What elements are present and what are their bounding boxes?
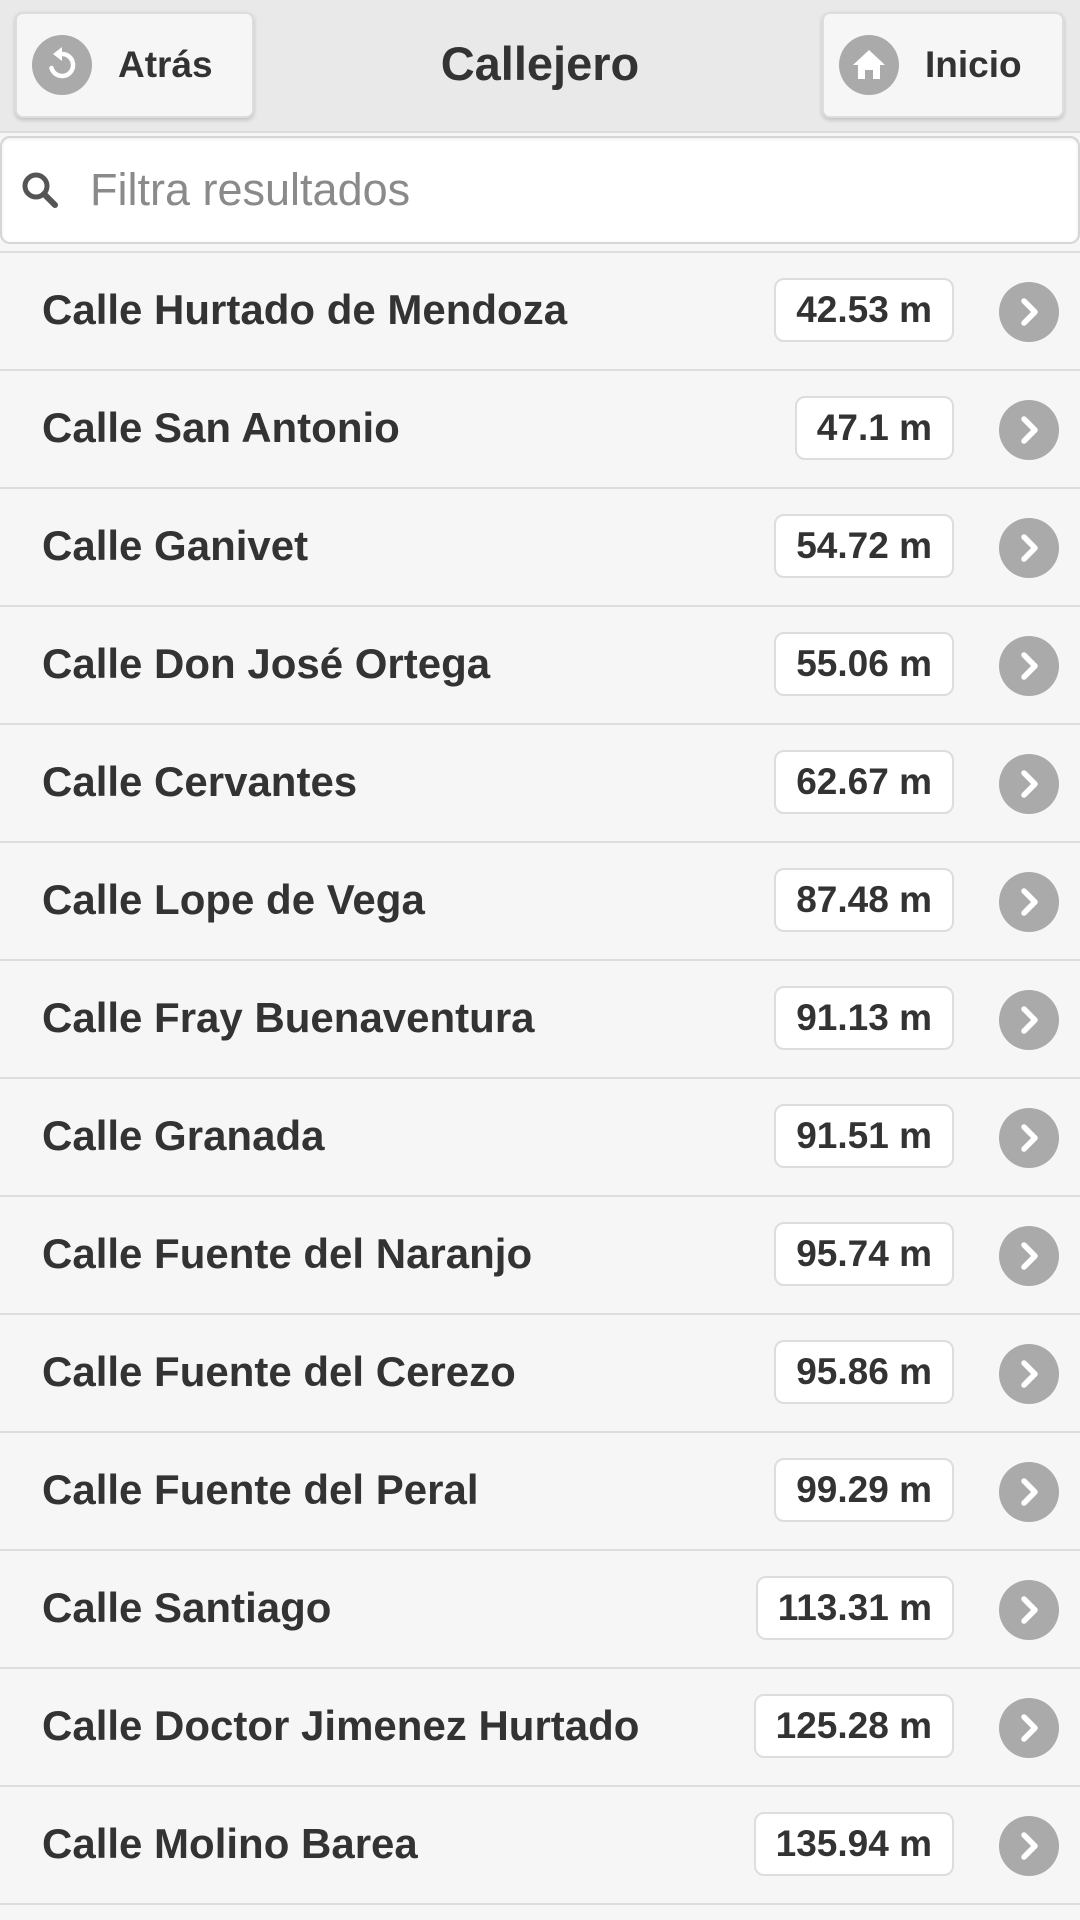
- list-item[interactable]: Calle Santiago 113.31 m: [0, 1551, 1080, 1669]
- street-name: Calle Fuente del Peral: [42, 1466, 479, 1513]
- search-icon: [18, 168, 62, 212]
- street-name: Calle San Antonio: [42, 404, 400, 451]
- header-bar: Callejero Atrás Inicio: [0, 0, 1080, 133]
- distance-badge: 47.1 m: [794, 396, 954, 460]
- back-button-label: Atrás: [118, 44, 213, 85]
- street-list: Calle Hurtado de Mendoza 42.53 m Calle San…: [0, 251, 1080, 1905]
- list-item[interactable]: Calle Fuente del Cerezo 95.86 m: [0, 1315, 1080, 1433]
- home-button-label: Inicio: [925, 44, 1022, 85]
- distance-badge: 55.06 m: [774, 632, 954, 696]
- street-name: Calle Molino Barea: [42, 1820, 418, 1867]
- distance-badge: 95.74 m: [774, 1222, 954, 1286]
- chevron-right-icon: [999, 872, 1059, 932]
- chevron-right-icon: [999, 282, 1059, 342]
- list-item[interactable]: Calle Hurtado de Mendoza 42.53 m: [0, 253, 1080, 371]
- chevron-right-icon: [999, 1698, 1059, 1758]
- chevron-right-icon: [999, 400, 1059, 460]
- chevron-right-icon: [999, 1226, 1059, 1286]
- street-name: Calle Granada: [42, 1112, 325, 1159]
- distance-badge: 42.53 m: [774, 278, 954, 342]
- street-name: Calle Ganivet: [42, 522, 309, 569]
- list-item[interactable]: Calle Cervantes 62.67 m: [0, 725, 1080, 843]
- street-name: Calle Fuente del Cerezo: [42, 1348, 516, 1395]
- list-item[interactable]: Calle San Antonio 47.1 m: [0, 371, 1080, 489]
- list-item[interactable]: Calle Granada 91.51 m: [0, 1079, 1080, 1197]
- distance-badge: 87.48 m: [774, 868, 954, 932]
- list-item[interactable]: Calle Ganivet 54.72 m: [0, 489, 1080, 607]
- list-item[interactable]: Calle Don José Ortega 55.06 m: [0, 607, 1080, 725]
- street-name: Calle Don José Ortega: [42, 640, 491, 687]
- distance-badge: 62.67 m: [774, 750, 954, 814]
- distance-badge: 91.13 m: [774, 986, 954, 1050]
- distance-badge: 125.28 m: [753, 1694, 954, 1758]
- list-item[interactable]: Calle Molino Barea 135.94 m: [0, 1787, 1080, 1905]
- street-name: Calle Santiago: [42, 1584, 332, 1631]
- chevron-right-icon: [999, 990, 1059, 1050]
- list-item[interactable]: Calle Fuente del Peral 99.29 m: [0, 1433, 1080, 1551]
- list-item[interactable]: Calle Lope de Vega 87.48 m: [0, 843, 1080, 961]
- list-item[interactable]: Calle Fray Buenaventura 91.13 m: [0, 961, 1080, 1079]
- back-button[interactable]: Atrás: [15, 12, 254, 118]
- street-name: Calle Cervantes: [42, 758, 358, 805]
- street-name: Calle Doctor Jimenez Hurtado: [42, 1702, 640, 1749]
- chevron-right-icon: [999, 1816, 1059, 1876]
- distance-badge: 95.86 m: [774, 1340, 954, 1404]
- search-input[interactable]: [90, 148, 1060, 232]
- chevron-right-icon: [999, 1108, 1059, 1168]
- chevron-right-icon: [999, 754, 1059, 814]
- chevron-right-icon: [999, 518, 1059, 578]
- distance-badge: 91.51 m: [774, 1104, 954, 1168]
- street-name: Calle Fray Buenaventura: [42, 994, 535, 1041]
- home-icon: [839, 35, 899, 95]
- street-name: Calle Fuente del Naranjo: [42, 1230, 533, 1277]
- search-bar: [0, 136, 1080, 244]
- distance-badge: 99.29 m: [774, 1458, 954, 1522]
- distance-badge: 135.94 m: [753, 1812, 954, 1876]
- street-name: Calle Lope de Vega: [42, 876, 425, 923]
- chevron-right-icon: [999, 1344, 1059, 1404]
- chevron-right-icon: [999, 1580, 1059, 1640]
- chevron-right-icon: [999, 636, 1059, 696]
- list-item[interactable]: Calle Doctor Jimenez Hurtado 125.28 m: [0, 1669, 1080, 1787]
- home-button[interactable]: Inicio: [822, 12, 1064, 118]
- back-arrow-icon: [32, 35, 92, 95]
- list-item[interactable]: Calle Fuente del Naranjo 95.74 m: [0, 1197, 1080, 1315]
- street-name: Calle Hurtado de Mendoza: [42, 286, 568, 333]
- chevron-right-icon: [999, 1462, 1059, 1522]
- distance-badge: 113.31 m: [755, 1576, 954, 1640]
- distance-badge: 54.72 m: [774, 514, 954, 578]
